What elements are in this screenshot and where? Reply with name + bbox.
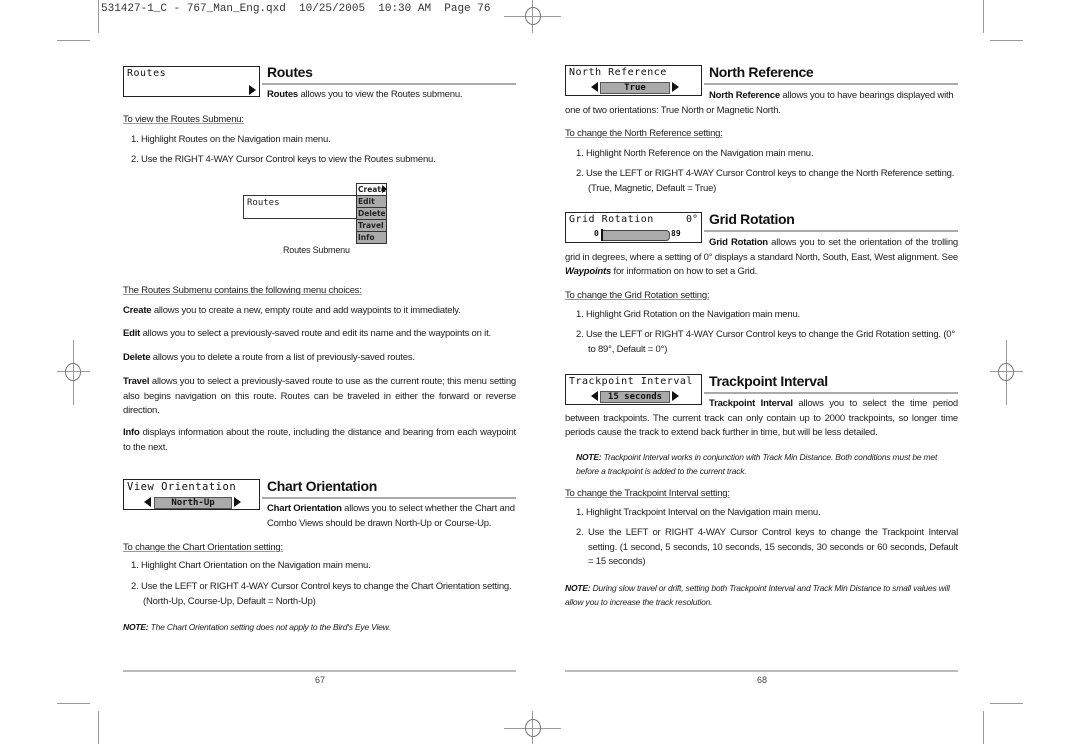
crop-mark xyxy=(98,0,99,33)
trackpoint-step-2: 2. Use the LEFT or RIGHT 4-WAY Cursor Co… xyxy=(576,527,958,567)
widget-title: Trackpoint Interval xyxy=(569,376,693,387)
widget-value: 0° xyxy=(685,214,698,225)
routes-intro: Routes allows you to view the Routes sub… xyxy=(267,89,463,100)
section-heading-chart-orientation: Chart Orientation xyxy=(267,478,378,494)
chart-orientation-step-2: 2. Use the LEFT or RIGHT 4-WAY Cursor Co… xyxy=(131,581,512,607)
submenu-item-edit[interactable]: Edit xyxy=(356,195,387,207)
chart-orientation-step-1: 1. Highlight Chart Orientation on the Na… xyxy=(131,560,371,571)
section-heading-grid-rotation: Grid Rotation xyxy=(709,211,795,227)
north-reference-step-1: 1. Highlight North Reference on the Navi… xyxy=(576,148,814,159)
registration-mark xyxy=(525,719,541,737)
routes-subheading: To view the Routes Submenu: xyxy=(123,114,244,125)
page-number: 67 xyxy=(315,675,326,685)
grid-rotation-subheading: To change the Grid Rotation setting: xyxy=(565,290,710,301)
choices-heading: The Routes Submenu contains the followin… xyxy=(123,285,362,296)
crop-mark xyxy=(57,703,90,704)
submenu-item-delete[interactable]: Delete xyxy=(356,207,387,219)
crop-mark xyxy=(990,40,1023,41)
chart-orientation-subheading: To change the Chart Orientation setting: xyxy=(123,542,283,553)
left-arrow-icon[interactable] xyxy=(144,497,151,507)
view-orientation-widget: View Orientation North-Up xyxy=(123,479,260,510)
heading-rule xyxy=(262,497,516,499)
grid-rotation-intro: Grid Rotation allows you to set the orie… xyxy=(565,237,958,277)
file-slug: 531427-1_C - 767_Man_Eng.qxd 10/25/2005 … xyxy=(101,3,491,15)
submenu-caption: Routes Submenu xyxy=(283,245,350,255)
grid-rotation-step-2: 2. Use the LEFT or RIGHT 4-WAY Cursor Co… xyxy=(576,329,955,355)
routes-step-2: 2. Use the RIGHT 4-WAY Cursor Control ke… xyxy=(131,154,436,165)
crop-mark xyxy=(983,0,984,33)
trackpoint-interval-intro: Trackpoint Interval allows you to select… xyxy=(565,398,959,438)
trackpoint-interval-subheading: To change the Trackpoint Interval settin… xyxy=(565,488,730,499)
north-reference-intro: North Reference allows you to have beari… xyxy=(565,90,954,116)
heading-rule xyxy=(704,392,958,394)
widget-title: View Orientation xyxy=(127,481,237,493)
routes-step-1: 1. Highlight Routes on the Navigation ma… xyxy=(131,134,331,145)
trackpoint-note-2: NOTE: During slow travel or drift, setti… xyxy=(565,583,950,607)
north-reference-subheading: To change the North Reference setting: xyxy=(565,128,723,139)
registration-mark xyxy=(998,363,1014,381)
widget-title: North Reference xyxy=(569,67,667,78)
footer-rule xyxy=(565,670,958,672)
grid-rotation-step-1: 1. Highlight Grid Rotation on the Naviga… xyxy=(576,309,800,320)
crop-mark xyxy=(990,703,1023,704)
heading-rule xyxy=(704,230,958,232)
choice-edit: Edit allows you to select a previously-s… xyxy=(123,328,491,339)
section-heading-trackpoint-interval: Trackpoint Interval xyxy=(709,373,828,389)
crop-mark xyxy=(98,711,99,744)
trackpoint-note-1: NOTE: Trackpoint Interval works in conju… xyxy=(576,452,938,476)
registration-mark xyxy=(65,363,81,381)
right-arrow-icon xyxy=(382,185,387,193)
choice-delete: Delete allows you to delete a route from… xyxy=(123,352,415,363)
choice-create: Create allows you to create a new, empty… xyxy=(123,305,461,316)
page-number: 68 xyxy=(757,675,768,685)
widget-value: North-Up xyxy=(154,497,232,509)
crop-mark xyxy=(983,711,984,744)
widget-title: Grid Rotation xyxy=(569,214,654,225)
section-heading-routes: Routes xyxy=(267,64,313,80)
choice-travel: Travel allows you to select a previously… xyxy=(123,376,516,416)
right-arrow-icon xyxy=(249,85,256,95)
heading-rule xyxy=(262,83,516,85)
right-arrow-icon[interactable] xyxy=(234,497,241,507)
section-heading-north-reference: North Reference xyxy=(709,64,814,80)
widget-title: Routes xyxy=(127,68,167,79)
submenu-item-travel[interactable]: Travel xyxy=(356,219,387,231)
submenu-main-label: Routes xyxy=(243,195,359,219)
choice-info: Info displays information about the rout… xyxy=(123,427,516,453)
crop-mark xyxy=(57,40,90,41)
registration-mark xyxy=(525,7,541,25)
chart-orientation-intro: Chart Orientation allows you to select w… xyxy=(267,503,515,529)
routes-menu-widget: Routes xyxy=(123,66,260,97)
footer-rule xyxy=(123,670,516,672)
submenu-item-info[interactable]: Info xyxy=(356,231,387,244)
north-reference-step-2: 2. Use the LEFT or RIGHT 4-WAY Cursor Co… xyxy=(576,168,955,194)
heading-rule xyxy=(704,83,958,85)
chart-orientation-note: NOTE: The Chart Orientation setting does… xyxy=(123,622,391,632)
trackpoint-step-1: 1. Highlight Trackpoint Interval on the … xyxy=(576,507,821,518)
